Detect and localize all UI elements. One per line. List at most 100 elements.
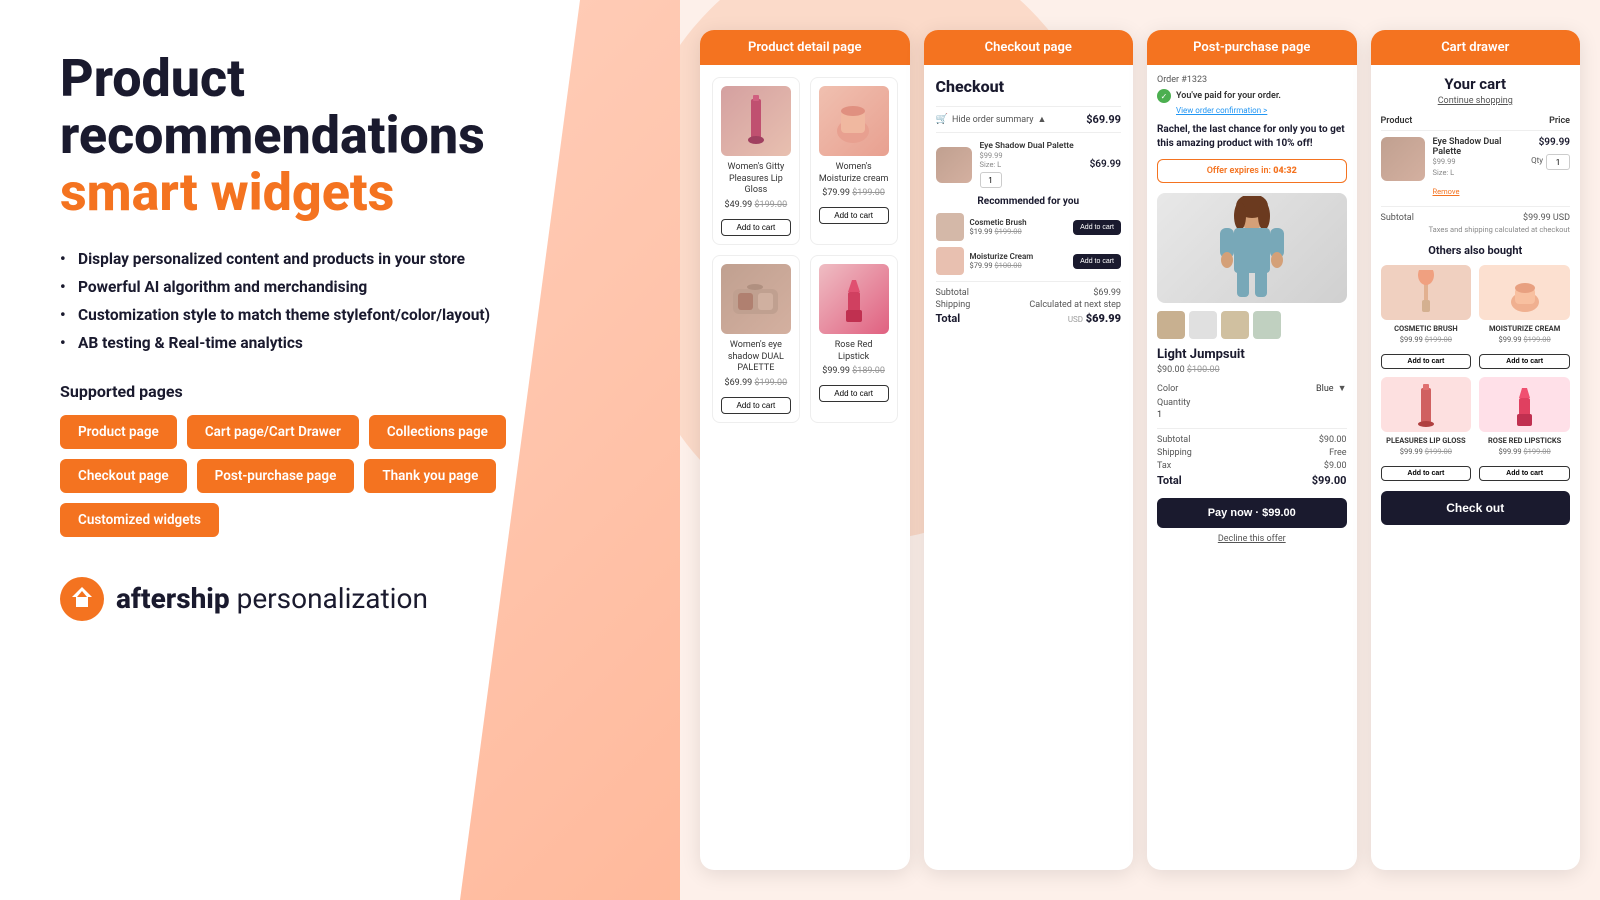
badges-row-2: Checkout page Post-purchase page Thank y… (60, 459, 620, 493)
post-subtotals: Subtotal $90.00 Shipping Free Tax $9.00 … (1157, 428, 1347, 487)
also-bought-img-3 (1381, 377, 1472, 432)
badges-row-1: Product page Cart page/Cart Drawer Colle… (60, 415, 620, 449)
also-add-btn-1[interactable]: Add to cart (1381, 354, 1472, 369)
order-item-price: $69.99 (1090, 159, 1121, 170)
checkout-button[interactable]: Check out (1381, 491, 1571, 525)
thumb-2[interactable] (1189, 311, 1217, 339)
col-price: Price (1549, 116, 1570, 126)
feature-item: AB testing & Real-time analytics (60, 334, 620, 352)
badge-product-page[interactable]: Product page (60, 415, 177, 449)
cart-taxes-note: Taxes and shipping calculated at checkou… (1381, 225, 1571, 234)
also-bought-name-1: COSMETIC BRUSH (1381, 324, 1472, 333)
pay-now-button[interactable]: Pay now · $99.00 (1157, 498, 1347, 528)
cart-subtotal-section: Subtotal $99.99 USD Taxes and shipping c… (1381, 206, 1571, 234)
post-product-name: Light Jumpsuit (1157, 347, 1347, 362)
also-bought-price-4: $99.99 $199.00 (1479, 447, 1570, 456)
cart-subtotal-row: Subtotal $99.99 USD (1381, 213, 1571, 223)
also-add-btn-2[interactable]: Add to cart (1479, 354, 1570, 369)
cart-col-headers: Product Price (1381, 116, 1571, 131)
badge-thank-you[interactable]: Thank you page (364, 459, 496, 493)
cart-item-sub-price: $99.99 (1433, 157, 1524, 166)
also-bought-item-1: COSMETIC BRUSH $99.99 $199.00 Add to car… (1381, 265, 1472, 369)
add-to-cart-btn-2[interactable]: Add to cart (819, 207, 889, 224)
eyeshadow-svg (728, 279, 783, 319)
feature-item: Display personalized content and product… (60, 250, 620, 268)
col-product: Product (1381, 116, 1413, 126)
cart-item-row: Eye Shadow Dual Palette $99.99 Size: L R… (1381, 137, 1571, 198)
also-bought-item-4: ROSE RED LIPSTICKS $99.99 $199.00 Add to… (1479, 377, 1570, 481)
product-card-4: Rose Red Lipstick $99.99 $189.00 Add to … (810, 255, 898, 423)
total-row: Total USD $69.99 (936, 312, 1122, 325)
also-add-btn-3[interactable]: Add to cart (1381, 466, 1472, 481)
decline-link[interactable]: Decline this offer (1157, 534, 1347, 544)
also-bought-price-3: $99.99 $199.00 (1381, 447, 1472, 456)
add-to-cart-btn-3[interactable]: Add to cart (721, 397, 791, 414)
qty-label: Qty (1531, 156, 1543, 165)
badge-collections[interactable]: Collections page (369, 415, 506, 449)
lipgloss2-svg (1411, 380, 1441, 430)
order-item-sub-price: $99.99 (980, 151, 1082, 160)
lip-gloss-svg (736, 94, 776, 149)
rec-item-details-2: Moisturize Cream $79.99 $100.00 (970, 252, 1068, 270)
thumb-1[interactable] (1157, 311, 1185, 339)
continue-shopping-link[interactable]: Continue shopping (1381, 96, 1571, 106)
order-number: Order #1323 (1157, 75, 1347, 85)
jumpsuit-person-svg (1202, 196, 1302, 301)
panel1-header: Product detail page (700, 30, 910, 65)
order-qty-box[interactable]: 1 (980, 172, 1002, 188)
order-item-details: Eye Shadow Dual Palette $99.99 Size: L 1 (980, 141, 1082, 188)
product-price-1: $49.99 $199.00 (721, 200, 791, 210)
thumb-3[interactable] (1221, 311, 1249, 339)
logo-area: aftership personalization (60, 577, 620, 621)
qty-label: Quantity (1157, 398, 1347, 408)
badge-cart-page[interactable]: Cart page/Cart Drawer (187, 415, 359, 449)
add-to-cart-btn-4[interactable]: Add to cart (819, 385, 889, 402)
rec-add-btn-2[interactable]: Add to cart (1073, 254, 1121, 269)
panel3-header: Post-purchase page (1147, 30, 1357, 65)
feature-item: Powerful AI algorithm and merchandising (60, 278, 620, 296)
cream-svg (831, 96, 876, 146)
product-card-1: Women's Gitty Pleasures Lip Gloss $49.99… (712, 77, 800, 245)
cart-drawer-title: Your cart (1381, 75, 1571, 93)
also-bought-price-2: $99.99 $199.00 (1479, 335, 1570, 344)
shipping-row: Shipping Calculated at next step (936, 300, 1122, 310)
thumb-4[interactable] (1253, 311, 1281, 339)
badge-customized[interactable]: Customized widgets (60, 503, 219, 537)
product-name-3: Women's eye shadow DUAL PALETTE (721, 340, 791, 375)
qty-value: 1 (1157, 410, 1347, 420)
badge-checkout[interactable]: Checkout page (60, 459, 187, 493)
cart-remove-link[interactable]: Remove (1433, 187, 1460, 196)
product-name-2: Women's Moisturize cream (819, 162, 889, 185)
order-summary-price: $69.99 (1086, 113, 1121, 126)
cart-item-price: $99.99 (1531, 137, 1570, 148)
subtotal-row: Subtotal $69.99 (936, 288, 1122, 298)
badges-row-3: Customized widgets (60, 503, 620, 537)
also-add-btn-4[interactable]: Add to cart (1479, 466, 1570, 481)
paid-text: You've paid for your order. (1176, 91, 1281, 101)
also-bought-item-2: MOISTURIZE CREAM $99.99 $199.00 Add to c… (1479, 265, 1570, 369)
lipstick2-svg (1507, 380, 1542, 430)
also-bought-img-2 (1479, 265, 1570, 320)
view-order-link[interactable]: View order confirmation > (1176, 106, 1347, 115)
left-panel: Product recommendations smart widgets Di… (0, 0, 680, 900)
features-list: Display personalized content and product… (60, 250, 620, 352)
recommended-title: Recommended for you (936, 196, 1122, 207)
product-price-2: $79.99 $199.00 (819, 188, 889, 198)
order-item-image (936, 147, 972, 183)
rec-add-btn-1[interactable]: Add to cart (1073, 220, 1121, 235)
right-area: Product detail page Women's Gitty Pleasu… (680, 0, 1600, 900)
cart-qty-box[interactable]: 1 (1546, 154, 1570, 170)
also-bought-img-1 (1381, 265, 1472, 320)
product-image-1 (721, 86, 791, 156)
brush-svg (1406, 270, 1446, 315)
logo-text: aftership personalization (116, 582, 428, 615)
cart-item-price-col: $99.99 Qty 1 (1531, 137, 1570, 170)
checkout-title: Checkout (936, 77, 1122, 96)
qty-row: Qty 1 (1531, 151, 1570, 170)
order-item-row: Eye Shadow Dual Palette $99.99 Size: L 1… (936, 141, 1122, 188)
add-to-cart-btn-1[interactable]: Add to cart (721, 219, 791, 236)
badge-post-purchase[interactable]: Post-purchase page (197, 459, 355, 493)
feature-item: Customization style to match theme style… (60, 306, 620, 324)
order-summary-bar[interactable]: 🛒 Hide order summary ▲ $69.99 (936, 106, 1122, 133)
post-total-row: Total $99.00 (1157, 474, 1347, 487)
